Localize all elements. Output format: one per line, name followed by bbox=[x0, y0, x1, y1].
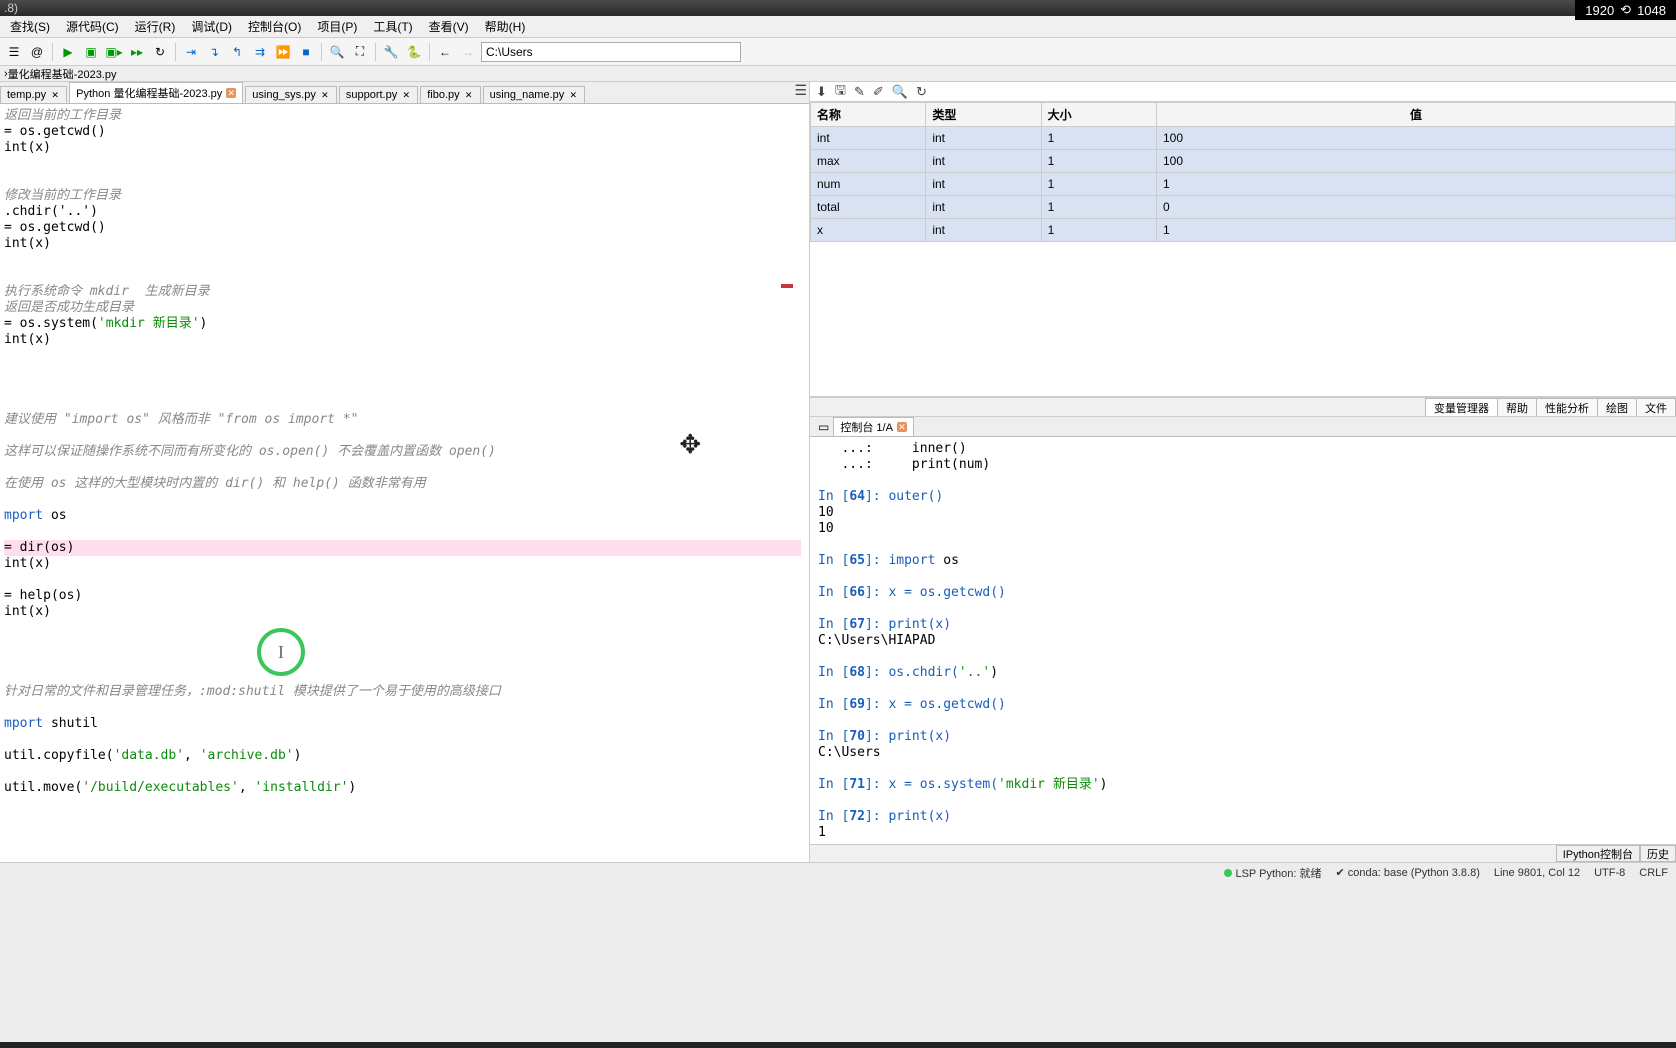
working-dir-input[interactable] bbox=[481, 42, 741, 62]
table-row[interactable]: intint1100 bbox=[811, 127, 1676, 150]
move-cursor-icon: ✥ bbox=[680, 434, 700, 450]
right-pane: ⬇ 🖫 ✎ ✐ 🔍 ↻ 名称 类型 大小 值 intint1100 maxint… bbox=[810, 82, 1676, 862]
tab-using-name[interactable]: using_name.py✕ bbox=[483, 86, 586, 103]
menu-help[interactable]: 帮助(H) bbox=[479, 16, 532, 37]
tab-files[interactable]: 文件 bbox=[1636, 398, 1676, 416]
titlebar: .8) bbox=[0, 0, 1676, 16]
refresh-icon[interactable]: ↻ bbox=[916, 84, 927, 100]
save-icon[interactable]: 🖫 bbox=[835, 81, 846, 103]
variable-table[interactable]: 名称 类型 大小 值 intint1100 maxint1100 numint1… bbox=[810, 102, 1676, 242]
edit-icon[interactable]: ✎ bbox=[854, 84, 865, 100]
step-out-icon[interactable]: ↰ bbox=[227, 42, 247, 62]
ipython-console[interactable]: ...: inner() ...: print(num) In [64]: ou… bbox=[810, 437, 1676, 844]
close-icon[interactable]: ✕ bbox=[401, 90, 411, 100]
close-icon[interactable]: ✕ bbox=[226, 88, 236, 98]
tab-profiler[interactable]: 性能分析 bbox=[1536, 398, 1598, 416]
lsp-status: LSP Python: 就绪 bbox=[1224, 865, 1321, 881]
statusbar: LSP Python: 就绪 ✔ conda: base (Python 3.8… bbox=[0, 862, 1676, 882]
python-icon[interactable]: 🐍 bbox=[404, 42, 424, 62]
close-icon[interactable]: ✕ bbox=[50, 90, 60, 100]
tab-temp[interactable]: temp.py✕ bbox=[0, 86, 67, 103]
search-icon[interactable]: 🔍 bbox=[892, 84, 908, 100]
taskbar bbox=[0, 1042, 1676, 1048]
cursor-position: Line 9801, Col 12 bbox=[1494, 867, 1580, 879]
cursor-highlight: I bbox=[257, 628, 305, 676]
right-panel-tabs: 变量管理器 帮助 性能分析 绘图 文件 bbox=[810, 397, 1676, 417]
code-editor[interactable]: 返回当前的工作目录 = os.getcwd() int(x) 修改当前的工作目录… bbox=[0, 104, 809, 862]
step-over-icon[interactable]: ⇥ bbox=[181, 42, 201, 62]
menu-find[interactable]: 查找(S) bbox=[4, 16, 56, 37]
run-icon[interactable]: ▶ bbox=[58, 42, 78, 62]
toolbar: ☰ @ ▶ ▣ ▣▸ ▸▸ ↻ ⇥ ↴ ↰ ⇉ ⏩ ■ 🔍 ⛶ 🔧 🐍 ← → bbox=[0, 38, 1676, 66]
menu-tools[interactable]: 工具(T) bbox=[367, 16, 418, 37]
tab-variables[interactable]: 变量管理器 bbox=[1425, 398, 1498, 416]
tab-main[interactable]: Python 量化编程基础-2023.py✕ bbox=[69, 82, 243, 103]
console-tabs: ▭ 控制台 1/A ✕ bbox=[810, 417, 1676, 437]
console-options-icon[interactable]: ▭ bbox=[814, 418, 833, 436]
conda-env[interactable]: ✔ conda: base (Python 3.8.8) bbox=[1335, 866, 1479, 879]
continue-icon[interactable]: ⇉ bbox=[250, 42, 270, 62]
debug-file-icon[interactable]: 🔍 bbox=[327, 42, 347, 62]
list-icon[interactable]: ☰ bbox=[4, 42, 24, 62]
dimensions-badge: 1920⟲1048 bbox=[1575, 0, 1676, 20]
table-row[interactable]: maxint1100 bbox=[811, 150, 1676, 173]
tab-using-sys[interactable]: using_sys.py✕ bbox=[245, 86, 337, 103]
menu-run[interactable]: 运行(R) bbox=[129, 16, 182, 37]
console-tab-1[interactable]: 控制台 1/A ✕ bbox=[833, 417, 914, 436]
menubar: 查找(S) 源代码(C) 运行(R) 调试(D) 控制台(O) 项目(P) 工具… bbox=[0, 16, 1676, 38]
close-icon[interactable]: ✕ bbox=[897, 422, 907, 432]
table-row[interactable]: numint11 bbox=[811, 173, 1676, 196]
back-icon[interactable]: ← bbox=[435, 42, 455, 62]
forward-icon[interactable]: → bbox=[458, 42, 478, 62]
minimap-marker bbox=[781, 284, 793, 288]
col-name[interactable]: 名称 bbox=[811, 103, 926, 127]
encoding[interactable]: UTF-8 bbox=[1594, 867, 1625, 879]
at-icon[interactable]: @ bbox=[27, 42, 47, 62]
console-bottom-tabs: IPython控制台 历史 bbox=[810, 844, 1676, 862]
table-row[interactable]: xint11 bbox=[811, 219, 1676, 242]
close-icon[interactable]: ✕ bbox=[568, 90, 578, 100]
variable-toolbar: ⬇ 🖫 ✎ ✐ 🔍 ↻ bbox=[810, 82, 1676, 102]
editor-pane: temp.py✕ Python 量化编程基础-2023.py✕ using_sy… bbox=[0, 82, 810, 862]
wrench-icon[interactable]: 🔧 bbox=[381, 42, 401, 62]
filter-icon[interactable]: ✐ bbox=[873, 84, 884, 100]
run-cell-advance-icon[interactable]: ▣▸ bbox=[104, 42, 124, 62]
run-cell-icon[interactable]: ▣ bbox=[81, 42, 101, 62]
tab-history[interactable]: 历史 bbox=[1640, 845, 1676, 862]
menu-console[interactable]: 控制台(O) bbox=[242, 16, 307, 37]
editor-tabs: temp.py✕ Python 量化编程基础-2023.py✕ using_sy… bbox=[0, 82, 809, 104]
col-size[interactable]: 大小 bbox=[1041, 103, 1156, 127]
tab-help[interactable]: 帮助 bbox=[1497, 398, 1537, 416]
tab-fibo[interactable]: fibo.py✕ bbox=[420, 86, 480, 103]
rerun-icon[interactable]: ↻ bbox=[150, 42, 170, 62]
run-selection-icon[interactable]: ▸▸ bbox=[127, 42, 147, 62]
fast-forward-icon[interactable]: ⏩ bbox=[273, 42, 293, 62]
step-into-icon[interactable]: ↴ bbox=[204, 42, 224, 62]
menu-debug[interactable]: 调试(D) bbox=[185, 16, 238, 37]
col-type[interactable]: 类型 bbox=[926, 103, 1041, 127]
tab-ipython[interactable]: IPython控制台 bbox=[1556, 845, 1640, 862]
close-icon[interactable]: ✕ bbox=[320, 90, 330, 100]
stop-icon[interactable]: ■ bbox=[296, 42, 316, 62]
menu-source[interactable]: 源代码(C) bbox=[60, 16, 125, 37]
maximize-icon[interactable]: ⛶ bbox=[350, 42, 370, 62]
close-icon[interactable]: ✕ bbox=[464, 90, 474, 100]
line-ending[interactable]: CRLF bbox=[1639, 867, 1668, 879]
import-icon[interactable]: ⬇ bbox=[816, 84, 827, 100]
menu-view[interactable]: 查看(V) bbox=[423, 16, 475, 37]
tab-support[interactable]: support.py✕ bbox=[339, 86, 418, 103]
tabs-menu-icon[interactable]: ☰ bbox=[794, 82, 807, 99]
menu-project[interactable]: 项目(P) bbox=[311, 16, 363, 37]
col-value[interactable]: 值 bbox=[1157, 103, 1676, 127]
table-row[interactable]: totalint10 bbox=[811, 196, 1676, 219]
tab-plots[interactable]: 绘图 bbox=[1597, 398, 1637, 416]
